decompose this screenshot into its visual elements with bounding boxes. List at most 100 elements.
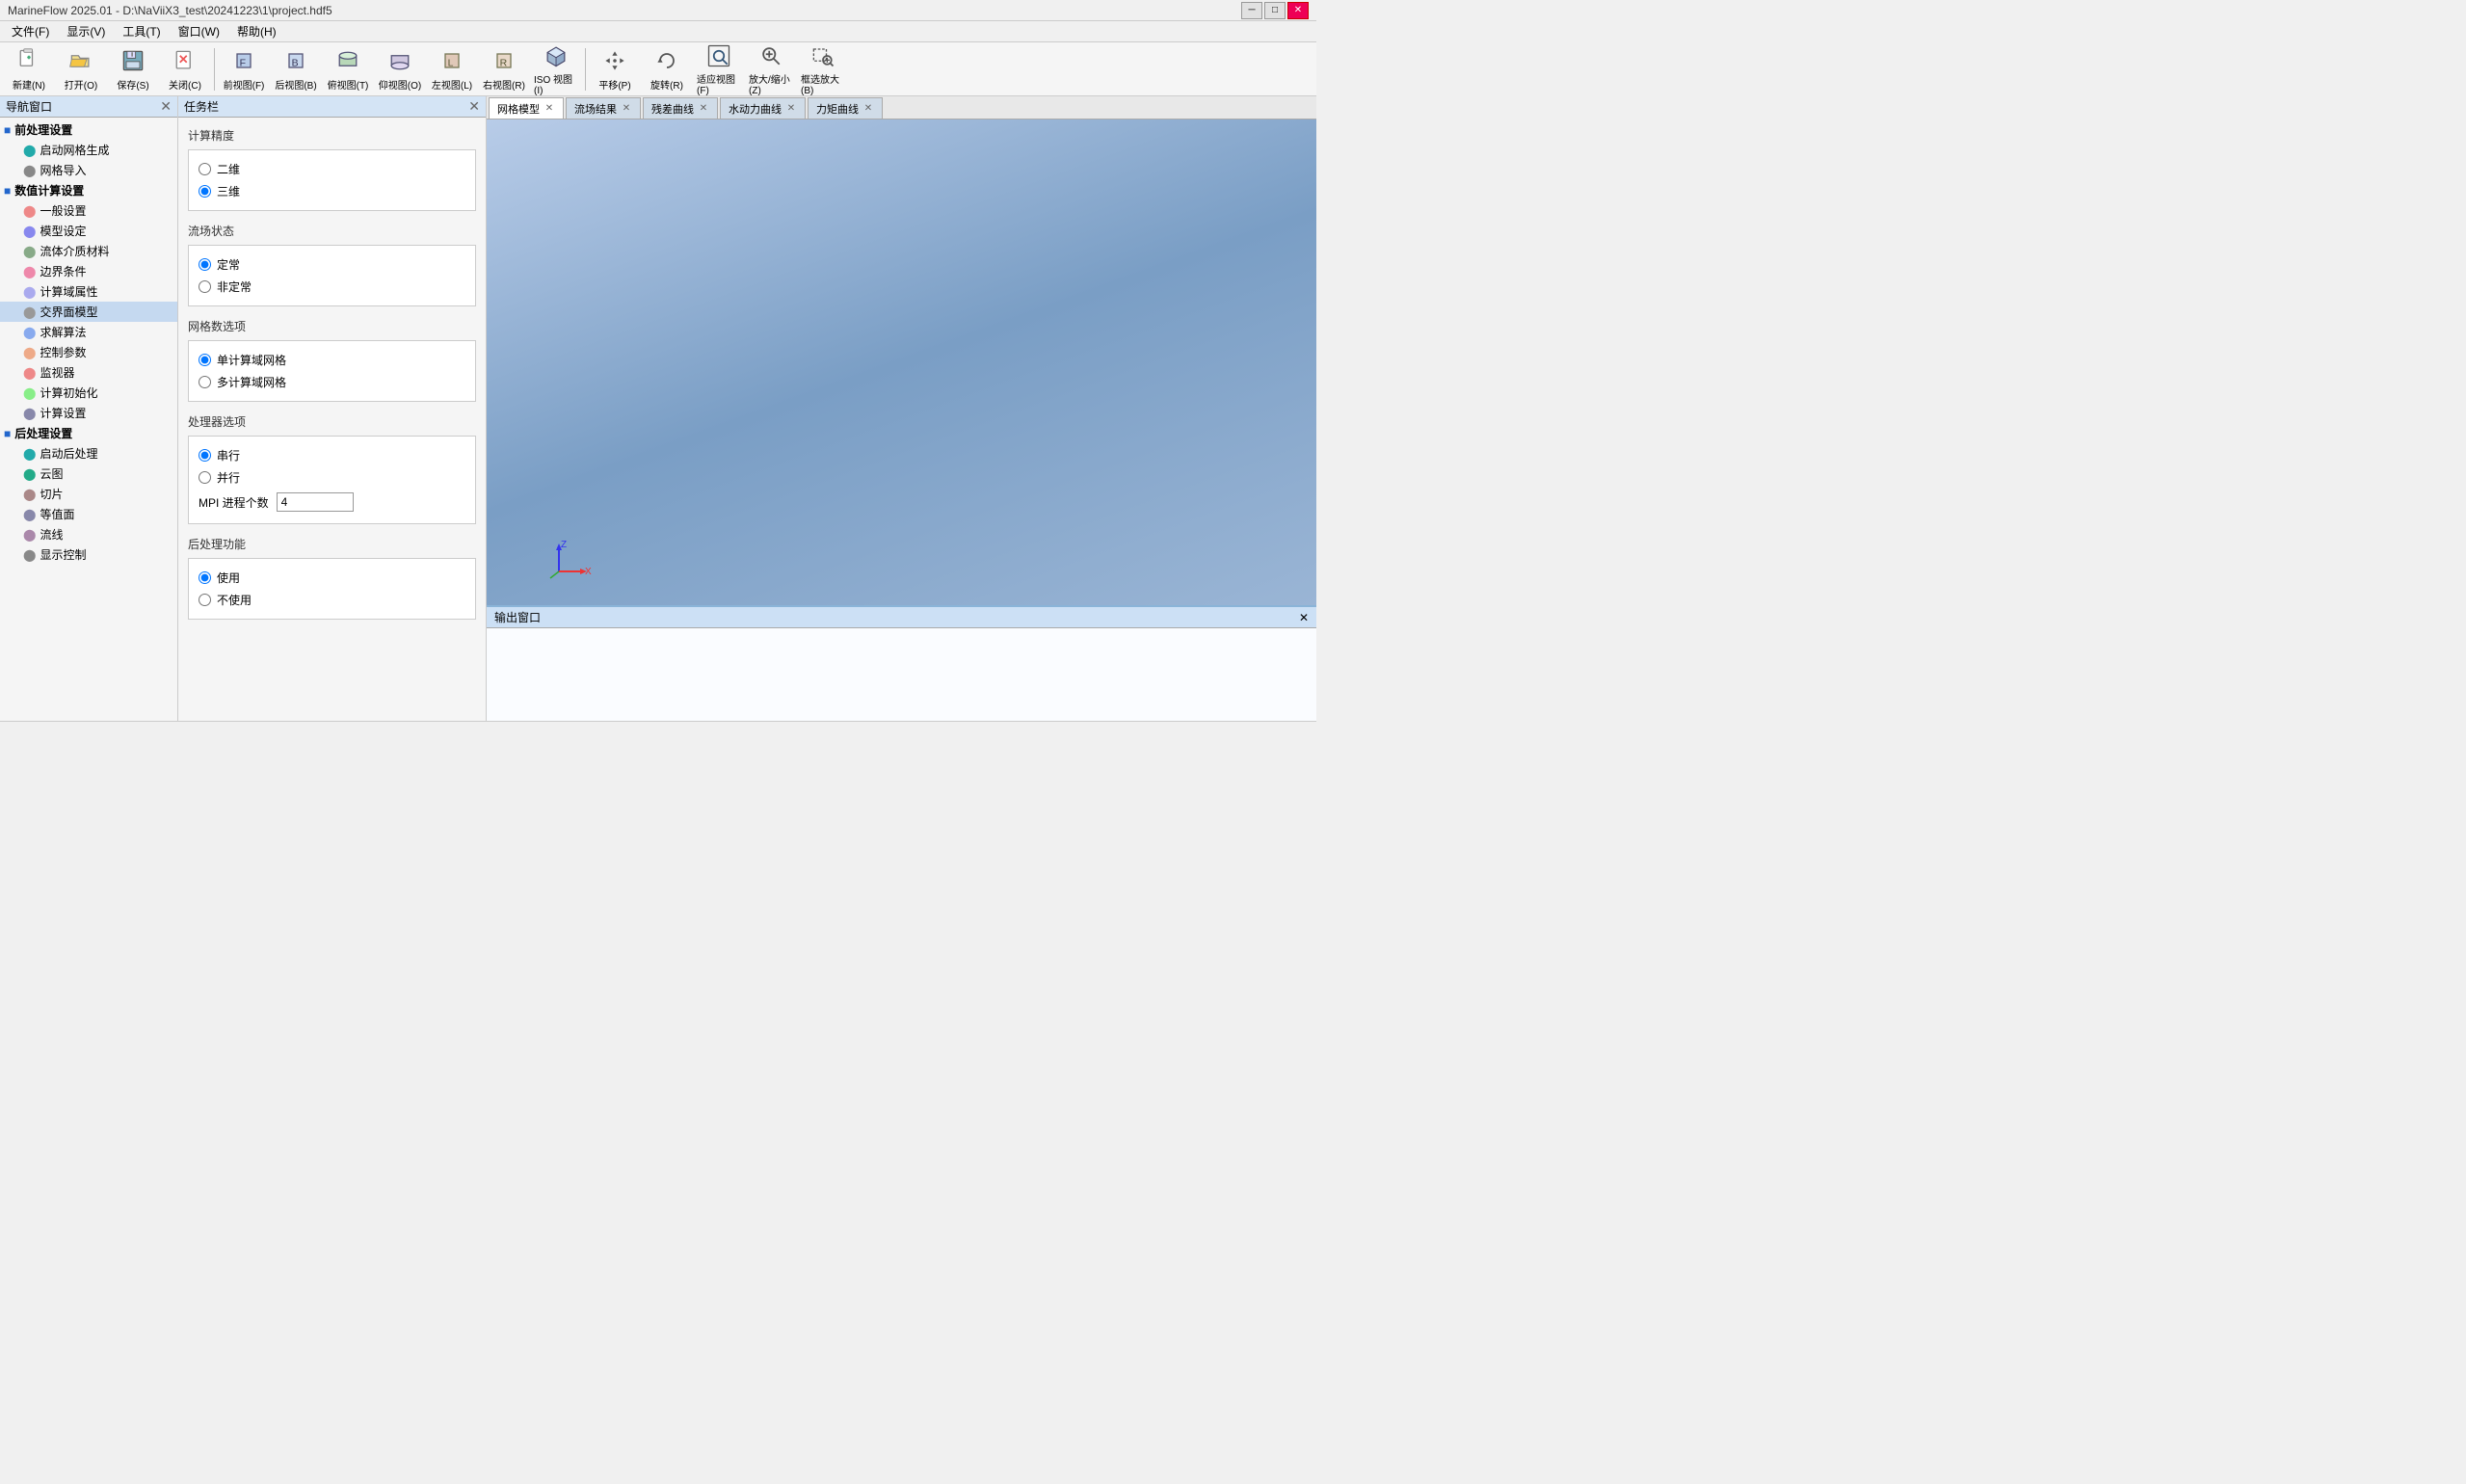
numcalc-icon: ■ (4, 184, 11, 198)
toolbar-rotate-button[interactable]: 旋转(R) (642, 44, 692, 94)
minimize-button[interactable]: ─ (1241, 2, 1262, 19)
post-function-section: 后处理功能 使用 不使用 (188, 536, 476, 620)
nav-item-solver[interactable]: ⬤ 求解算法 (0, 322, 177, 342)
calc-precision-section: 计算精度 二维 三维 (188, 127, 476, 211)
tab-torque-curve[interactable]: 力矩曲线 ✕ (808, 97, 883, 119)
nav-start-post-label: 启动后处理 (40, 445, 97, 462)
toolbar-fitview-button[interactable]: 适应视图(F) (694, 44, 744, 94)
nav-panel-close[interactable]: ✕ (160, 98, 172, 115)
multi-mesh-label: 多计算域网格 (217, 374, 286, 390)
nav-item-monitor[interactable]: ⬤ 监视器 (0, 362, 177, 383)
processor-options-section: 处理器选项 串行 并行 MPI 进程个数 (188, 413, 476, 524)
multi-mesh-radio[interactable] (199, 376, 211, 388)
calc-3d-label: 三维 (217, 183, 240, 199)
no-post-radio[interactable] (199, 594, 211, 606)
nav-item-interface[interactable]: ⬤ 交界面模型 (0, 302, 177, 322)
single-mesh-radio[interactable] (199, 354, 211, 366)
nav-item-general[interactable]: ⬤ 一般设置 (0, 200, 177, 221)
nav-item-streamline[interactable]: ⬤ 流线 (0, 524, 177, 544)
nav-item-contour[interactable]: ⬤ 等值面 (0, 504, 177, 524)
window-controls: ─ □ ✕ (1241, 2, 1309, 19)
toolbar-rotate-label: 旋转(R) (650, 77, 683, 92)
svg-text:L: L (448, 57, 454, 68)
steady-row: 定常 (199, 253, 465, 276)
nav-streamline-label: 流线 (40, 526, 63, 543)
calc-3d-radio[interactable] (199, 185, 211, 198)
nav-init-label: 计算初始化 (40, 384, 97, 401)
unsteady-radio[interactable] (199, 280, 211, 293)
mpi-input[interactable] (277, 492, 354, 512)
toolbar-front-button[interactable]: F 前视图(F) (219, 44, 269, 94)
tab-mesh-model-close[interactable]: ✕ (544, 103, 555, 115)
tab-flow-results[interactable]: 流场结果 ✕ (566, 97, 641, 119)
nav-item-boundary[interactable]: ⬤ 边界条件 (0, 261, 177, 281)
nav-item-slice[interactable]: ⬤ 切片 (0, 484, 177, 504)
nav-item-import-mesh[interactable]: ⬤ 网格导入 (0, 160, 177, 180)
toolbar-new-button[interactable]: 新建(N) (4, 44, 54, 94)
toolbar-top-button[interactable]: 俯视图(T) (323, 44, 373, 94)
toolbar-open-button[interactable]: 打开(O) (56, 44, 106, 94)
task-panel: 任务栏 ✕ 计算精度 二维 三维 流场 (178, 96, 487, 721)
maximize-button[interactable]: □ (1264, 2, 1286, 19)
general-icon: ⬤ (23, 204, 36, 218)
toolbar-boxzoom-label: 框选放大(B) (801, 71, 845, 96)
nav-domain-label: 计算域属性 (40, 283, 97, 300)
nav-item-init[interactable]: ⬤ 计算初始化 (0, 383, 177, 403)
calc-precision-title: 计算精度 (188, 127, 476, 144)
init-icon: ⬤ (23, 386, 36, 400)
nav-item-start-mesh[interactable]: ⬤ 启动网格生成 (0, 140, 177, 160)
nav-item-display[interactable]: ⬤ 显示控制 (0, 544, 177, 565)
menu-tools[interactable]: 工具(T) (115, 21, 168, 41)
tab-torque-curve-close[interactable]: ✕ (862, 103, 874, 115)
toolbar-iso-button[interactable]: ISO 视图(I) (531, 44, 581, 94)
nav-slice-label: 切片 (40, 486, 63, 502)
interface-icon: ⬤ (23, 305, 36, 319)
parallel-radio[interactable] (199, 471, 211, 484)
nav-item-control[interactable]: ⬤ 控制参数 (0, 342, 177, 362)
nav-item-start-post[interactable]: ⬤ 启动后处理 (0, 443, 177, 464)
steady-radio[interactable] (199, 258, 211, 271)
cloud-icon: ⬤ (23, 467, 36, 481)
nav-item-model[interactable]: ⬤ 模型设定 (0, 221, 177, 241)
close-button[interactable]: ✕ (1287, 2, 1309, 19)
tab-residual-curve-close[interactable]: ✕ (698, 103, 709, 115)
svg-text:R: R (500, 57, 508, 68)
toolbar-left-button[interactable]: L 左视图(L) (427, 44, 477, 94)
use-post-radio[interactable] (199, 571, 211, 584)
zoom-icon (756, 42, 786, 69)
menu-help[interactable]: 帮助(H) (229, 21, 284, 41)
nav-section-postprocess[interactable]: ■ 后处理设置 (0, 423, 177, 443)
output-close[interactable]: ✕ (1299, 611, 1309, 624)
toolbar-bottom-button[interactable]: 仰视图(O) (375, 44, 425, 94)
nav-section-preprocess[interactable]: ■ 前处理设置 (0, 119, 177, 140)
tab-mesh-model[interactable]: 网格模型 ✕ (489, 97, 564, 119)
task-panel-close[interactable]: ✕ (468, 98, 480, 115)
tab-hydro-curve-close[interactable]: ✕ (785, 103, 797, 115)
serial-radio[interactable] (199, 449, 211, 462)
iso-view-icon (541, 42, 571, 69)
nav-item-domain[interactable]: ⬤ 计算域属性 (0, 281, 177, 302)
toolbar-pan-button[interactable]: 平移(P) (590, 44, 640, 94)
toolbar-save-label: 保存(S) (117, 77, 148, 92)
nav-item-fluid[interactable]: ⬤ 流体介质材料 (0, 241, 177, 261)
viewport-3d[interactable]: Z X (487, 119, 1316, 605)
tab-flow-results-close[interactable]: ✕ (621, 103, 632, 115)
menu-window[interactable]: 窗口(W) (171, 21, 227, 41)
save-icon (118, 47, 148, 75)
menu-view[interactable]: 显示(V) (59, 21, 113, 41)
steady-label: 定常 (217, 256, 240, 273)
nav-item-calcsettings[interactable]: ⬤ 计算设置 (0, 403, 177, 423)
calc-2d-radio[interactable] (199, 163, 211, 175)
toolbar-boxzoom-button[interactable]: 框选放大(B) (798, 44, 848, 94)
toolbar-close-button[interactable]: 关闭(C) (160, 44, 210, 94)
toolbar-save-button[interactable]: 保存(S) (108, 44, 158, 94)
nav-item-cloud[interactable]: ⬤ 云图 (0, 464, 177, 484)
toolbar-zoom-button[interactable]: 放大/缩小(Z) (746, 44, 796, 94)
toolbar-back-button[interactable]: B 后视图(B) (271, 44, 321, 94)
nav-section-numcalc[interactable]: ■ 数值计算设置 (0, 180, 177, 200)
tabs-bar: 网格模型 ✕ 流场结果 ✕ 残差曲线 ✕ 水动力曲线 ✕ 力矩曲线 ✕ (487, 96, 1316, 119)
tab-residual-curve[interactable]: 残差曲线 ✕ (643, 97, 718, 119)
menu-file[interactable]: 文件(F) (4, 21, 57, 41)
toolbar-right-button[interactable]: R 右视图(R) (479, 44, 529, 94)
tab-hydro-curve[interactable]: 水动力曲线 ✕ (720, 97, 806, 119)
